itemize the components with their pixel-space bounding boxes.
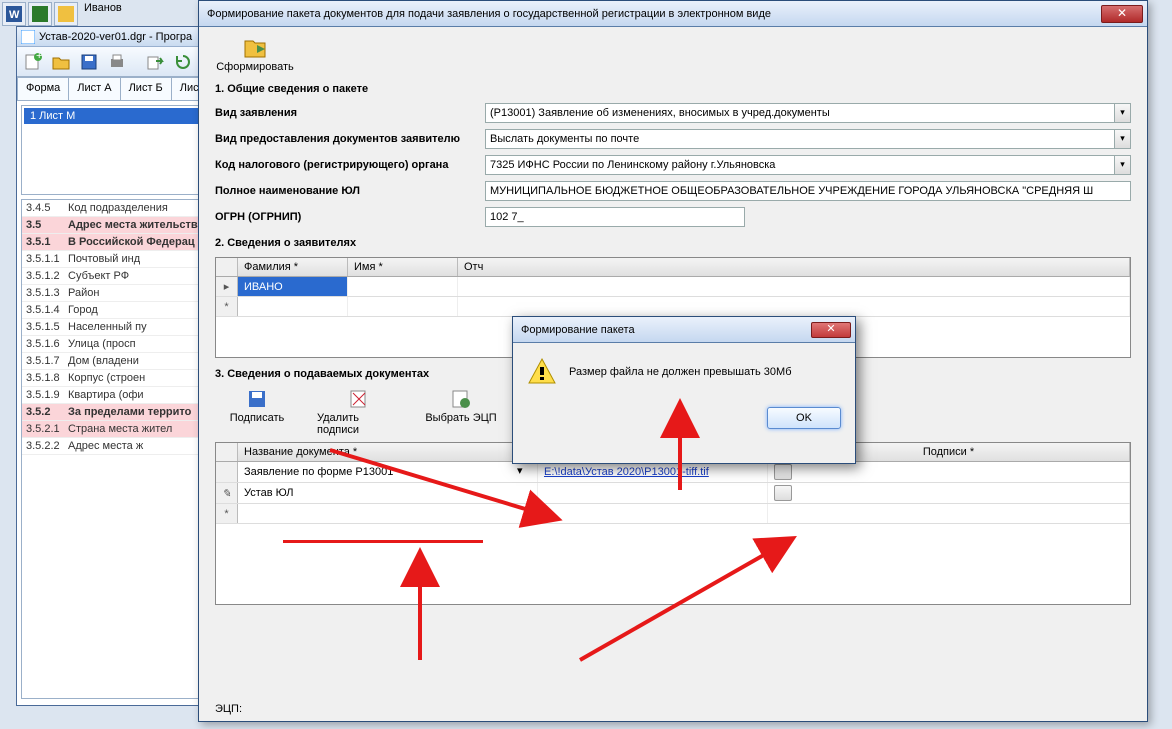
warning-close-button[interactable]: ✕ (811, 322, 851, 338)
document-icon (21, 30, 35, 44)
select-ecp-label: Выбрать ЭЦП (425, 412, 496, 424)
doc-name-1[interactable]: Заявление по форме Р13001 (244, 466, 393, 478)
export-icon[interactable] (143, 50, 167, 74)
folder-package-icon (243, 35, 267, 59)
delete-sign-label: Удалить подписи (317, 412, 401, 436)
tab-lista[interactable]: Лист А (68, 77, 120, 100)
file-link-1[interactable]: E:\!data\Устав 2020\P13001-tiff.tif (544, 466, 709, 478)
os-taskbar: W Иванов (2, 2, 122, 26)
field-type-select[interactable]: (Р13001) Заявление об изменениях, вносим… (485, 103, 1131, 123)
tab-forma[interactable]: Форма (17, 77, 69, 100)
close-button[interactable]: ✕ (1101, 5, 1143, 23)
field-delivery-select[interactable]: Выслать документы по почте ▾ (485, 129, 1131, 149)
sign-button[interactable]: Подписать (215, 388, 299, 436)
warning-dialog-title: Формирование пакета (517, 324, 635, 336)
save-icon[interactable] (28, 2, 52, 26)
warning-dialog-titlebar: Формирование пакета ✕ (513, 317, 855, 343)
field-tax-value: 7325 ИФНС России по Ленинскому району г.… (490, 159, 775, 171)
field-name-label: Полное наименование ЮЛ (215, 185, 485, 197)
section2-title: 2. Сведения о заявителях (215, 237, 1131, 249)
open-icon[interactable] (49, 50, 73, 74)
field-tax-select[interactable]: 7325 ИФНС России по Ленинскому району г.… (485, 155, 1131, 175)
modal-title: Формирование пакета документов для подач… (203, 8, 771, 20)
col-surname: Фамилия * (238, 258, 348, 276)
bg-title-text: Устав-2020-ver01.dgr - Програ (39, 31, 192, 43)
new-icon[interactable]: + (21, 50, 45, 74)
tab-listb[interactable]: Лист Б (120, 77, 172, 100)
field-delivery-value: Выслать документы по почте (490, 133, 639, 145)
bg-secondary-title: Иванов (84, 2, 122, 26)
dropdown-icon[interactable]: ▾ (1114, 130, 1130, 148)
warning-dialog: Формирование пакета ✕ Размер файла не до… (512, 316, 856, 464)
documents-grid[interactable]: Название документа * Имя файла * Подписи… (215, 442, 1131, 605)
modal-titlebar: Формирование пакета документов для подач… (199, 1, 1147, 27)
sign-label: Подписать (230, 412, 284, 424)
col-docname: Название документа * (238, 443, 538, 461)
print-icon[interactable] (105, 50, 129, 74)
save-disk-icon[interactable] (77, 50, 101, 74)
form-package-label: Сформировать (216, 61, 294, 73)
col-name: Имя * (348, 258, 458, 276)
field-type-value: (Р13001) Заявление об изменениях, вносим… (490, 107, 830, 119)
delete-sign-icon (348, 388, 370, 410)
select-ecp-button[interactable]: Выбрать ЭЦП (419, 388, 503, 436)
sign-icon (246, 388, 268, 410)
warning-icon (527, 357, 557, 387)
ok-button[interactable]: OK (767, 407, 841, 429)
section1-title: 1. Общие сведения о пакете (215, 83, 1131, 95)
field-type-label: Вид заявления (215, 107, 485, 119)
field-ogrn-label: ОГРН (ОГРНИП) (215, 211, 485, 223)
cell-name[interactable] (348, 277, 458, 296)
sig-button-2[interactable] (774, 485, 792, 501)
field-ogrn-value: 102 7_ (490, 211, 524, 223)
field-tax-label: Код налогового (регистрирующего) органа (215, 159, 485, 171)
explorer-icon[interactable] (54, 2, 78, 26)
col-patronym: Отч (458, 258, 1130, 276)
sig-button-1[interactable] (774, 464, 792, 480)
refresh-icon[interactable] (171, 50, 195, 74)
doc-name-2[interactable]: Устав ЮЛ (244, 487, 294, 499)
dropdown-icon[interactable]: ▾ (1114, 156, 1130, 174)
dropdown-icon[interactable]: ▾ (1114, 104, 1130, 122)
cell-surname[interactable]: ИВАНО (238, 277, 348, 296)
delete-sign-button[interactable]: Удалить подписи (317, 388, 401, 436)
field-ogrn-input[interactable]: 102 7_ (485, 207, 745, 227)
field-name-input[interactable]: МУНИЦИПАЛЬНОЕ БЮДЖЕТНОЕ ОБЩЕОБРАЗОВАТЕЛЬ… (485, 181, 1131, 201)
field-delivery-label: Вид предоставления документов заявителю (215, 133, 485, 145)
footer-ecp-label: ЭЦП: (215, 703, 242, 715)
select-ecp-icon (450, 388, 472, 410)
form-package-button[interactable]: Сформировать (215, 35, 295, 73)
warning-message: Размер файла не должен превышать 30Мб (569, 366, 792, 378)
svg-text:+: + (36, 53, 42, 62)
dropdown-icon[interactable]: ▾ (517, 464, 531, 480)
word-icon[interactable]: W (2, 2, 26, 26)
field-name-value: МУНИЦИПАЛЬНОЕ БЮДЖЕТНОЕ ОБЩЕОБРАЗОВАТЕЛЬ… (490, 185, 1093, 197)
svg-text:W: W (9, 9, 20, 21)
